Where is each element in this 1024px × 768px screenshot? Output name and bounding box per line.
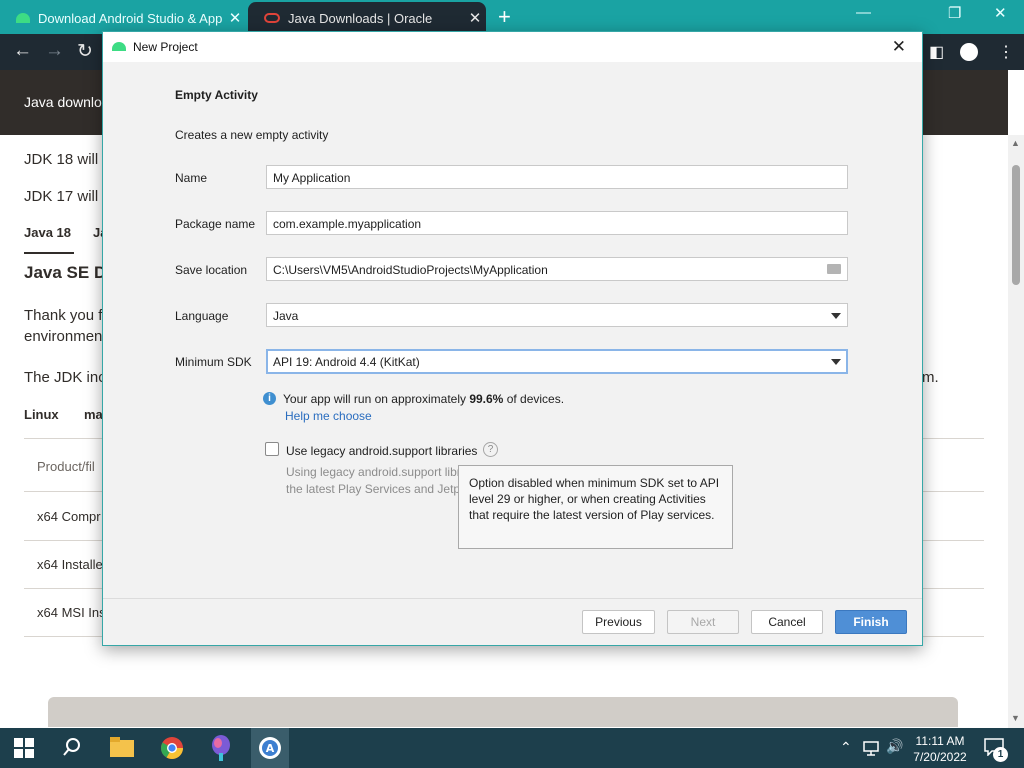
legacy-support-checkbox[interactable] bbox=[265, 442, 279, 456]
breadcrumb[interactable]: Java downloa bbox=[24, 94, 110, 110]
back-icon[interactable]: ← bbox=[13, 40, 32, 62]
svg-text:A: A bbox=[266, 742, 275, 755]
legacy-tooltip: Option disabled when minimum SDK set to … bbox=[458, 465, 733, 549]
minimize-icon[interactable]: — bbox=[856, 4, 871, 21]
paint-app-icon[interactable] bbox=[210, 735, 232, 761]
show-hidden-icons-icon[interactable]: ⌃ bbox=[840, 739, 852, 756]
name-label: Name bbox=[175, 171, 208, 185]
browser-tab-bar: Download Android Studio & App ✕ Java Dow… bbox=[0, 0, 1024, 34]
scroll-down-icon[interactable]: ▼ bbox=[1011, 713, 1020, 723]
table-row: x64 Compr bbox=[37, 509, 101, 524]
scrollbar-thumb[interactable] bbox=[1012, 165, 1020, 285]
tab-java-18[interactable]: Java 18 bbox=[24, 225, 71, 240]
cancel-button[interactable]: Cancel bbox=[751, 610, 823, 634]
android-studio-icon bbox=[112, 42, 126, 51]
sidebar-icon[interactable]: ◧ bbox=[929, 42, 944, 62]
legacy-support-label: Use legacy android.support libraries bbox=[286, 444, 478, 458]
package-name-value: com.example.myapplication bbox=[273, 217, 422, 231]
jdk18-note: JDK 18 will r bbox=[24, 151, 108, 168]
close-tab-icon[interactable]: ✕ bbox=[224, 9, 246, 27]
jdk-includes-text-end: m. bbox=[922, 369, 939, 386]
os-tab-macos[interactable]: ma bbox=[84, 407, 103, 422]
table-row: x64 MSI Ins bbox=[37, 605, 106, 620]
close-icon[interactable]: ✕ bbox=[892, 37, 906, 57]
minimum-sdk-value: API 19: Android 4.4 (KitKat) bbox=[273, 355, 420, 369]
jdk17-note: JDK 17 will r bbox=[24, 188, 108, 205]
save-location-field[interactable]: C:\Users\VM5\AndroidStudioProjects\MyApp… bbox=[266, 257, 848, 281]
finish-button[interactable]: Finish bbox=[835, 610, 907, 634]
minimum-sdk-select[interactable]: API 19: Android 4.4 (KitKat) bbox=[266, 349, 848, 374]
oracle-favicon-icon bbox=[264, 13, 280, 23]
clock-time: 11:11 AM bbox=[915, 734, 965, 748]
package-name-label: Package name bbox=[175, 217, 256, 231]
menu-kebab-icon[interactable]: ⋮ bbox=[998, 42, 1014, 62]
android-favicon-icon bbox=[16, 13, 30, 23]
android-studio-taskbar-icon[interactable]: A bbox=[258, 736, 282, 760]
volume-icon[interactable]: 🔊 bbox=[886, 738, 903, 755]
next-button[interactable]: Next bbox=[667, 610, 739, 634]
active-tab-underline bbox=[24, 252, 74, 254]
table-header-product: Product/fil bbox=[37, 459, 95, 474]
minimum-sdk-label: Minimum SDK bbox=[175, 355, 252, 369]
intro-text-b: environmen bbox=[24, 328, 103, 345]
legacy-description-line2: the latest Play Services and Jetpac bbox=[286, 482, 473, 496]
new-tab-button[interactable]: + bbox=[498, 4, 511, 30]
new-project-dialog: New Project ✕ Empty Activity Creates a n… bbox=[102, 31, 923, 646]
coverage-suffix: of devices. bbox=[503, 392, 565, 406]
name-field[interactable]: My Application bbox=[266, 165, 848, 189]
tab-title: Java Downloads | Oracle bbox=[288, 10, 433, 26]
system-clock[interactable]: 11:11 AM 7/20/2022 bbox=[910, 733, 970, 765]
dialog-title: New Project bbox=[133, 40, 198, 54]
forward-icon[interactable]: → bbox=[45, 40, 64, 62]
scroll-up-icon[interactable]: ▲ bbox=[1011, 138, 1020, 148]
chevron-down-icon bbox=[831, 313, 841, 319]
tab-android-studio[interactable]: Download Android Studio & App ✕ bbox=[0, 2, 246, 34]
info-icon: i bbox=[263, 392, 276, 405]
dialog-titlebar: New Project ✕ bbox=[103, 32, 922, 62]
intro-text-a: Thank you f bbox=[24, 307, 103, 324]
chrome-icon[interactable] bbox=[160, 736, 184, 760]
os-tab-linux[interactable]: Linux bbox=[24, 407, 59, 422]
windows-start-icon[interactable] bbox=[14, 738, 34, 758]
table-row: x64 Installe bbox=[37, 557, 103, 572]
reload-icon[interactable]: ↻ bbox=[77, 40, 93, 63]
window-close-icon[interactable]: ✕ bbox=[994, 4, 1007, 22]
jdk-includes-text: The JDK inc bbox=[24, 369, 106, 386]
chevron-down-icon bbox=[831, 359, 841, 365]
package-name-field[interactable]: com.example.myapplication bbox=[266, 211, 848, 235]
save-location-value: C:\Users\VM5\AndroidStudioProjects\MyApp… bbox=[273, 263, 548, 277]
search-icon[interactable] bbox=[62, 737, 82, 757]
restore-icon[interactable]: ❐ bbox=[948, 4, 961, 22]
close-tab-icon[interactable]: ✕ bbox=[464, 9, 486, 27]
device-coverage-text: Your app will run on approximately 99.6%… bbox=[283, 392, 564, 406]
tab-java-downloads[interactable]: Java Downloads | Oracle ✕ bbox=[248, 2, 486, 34]
page-scrollbar[interactable]: ▲ ▼ bbox=[1008, 135, 1024, 728]
folder-icon[interactable] bbox=[827, 264, 841, 274]
save-location-label: Save location bbox=[175, 263, 248, 277]
notification-count-badge: 1 bbox=[993, 747, 1008, 762]
language-select[interactable]: Java bbox=[266, 303, 848, 327]
previous-button[interactable]: Previous bbox=[582, 610, 655, 634]
file-explorer-icon[interactable] bbox=[110, 737, 134, 757]
help-question-icon[interactable]: ? bbox=[483, 442, 498, 457]
language-value: Java bbox=[273, 309, 299, 323]
legacy-description-line1: Using legacy android.support libr bbox=[286, 465, 461, 479]
network-icon[interactable] bbox=[862, 740, 880, 756]
language-label: Language bbox=[175, 309, 229, 323]
coverage-prefix: Your app will run on approximately bbox=[283, 392, 470, 406]
coverage-percent: 99.6% bbox=[469, 392, 504, 406]
name-value: My Application bbox=[273, 171, 351, 185]
dialog-footer-divider bbox=[103, 598, 922, 599]
clock-date: 7/20/2022 bbox=[913, 750, 967, 764]
template-heading: Empty Activity bbox=[175, 88, 258, 102]
tab-title: Download Android Studio & App bbox=[38, 10, 223, 26]
template-description: Creates a new empty activity bbox=[175, 128, 329, 142]
page-banner bbox=[48, 697, 958, 727]
profile-avatar-icon[interactable] bbox=[960, 43, 978, 61]
help-me-choose-link[interactable]: Help me choose bbox=[285, 409, 372, 423]
